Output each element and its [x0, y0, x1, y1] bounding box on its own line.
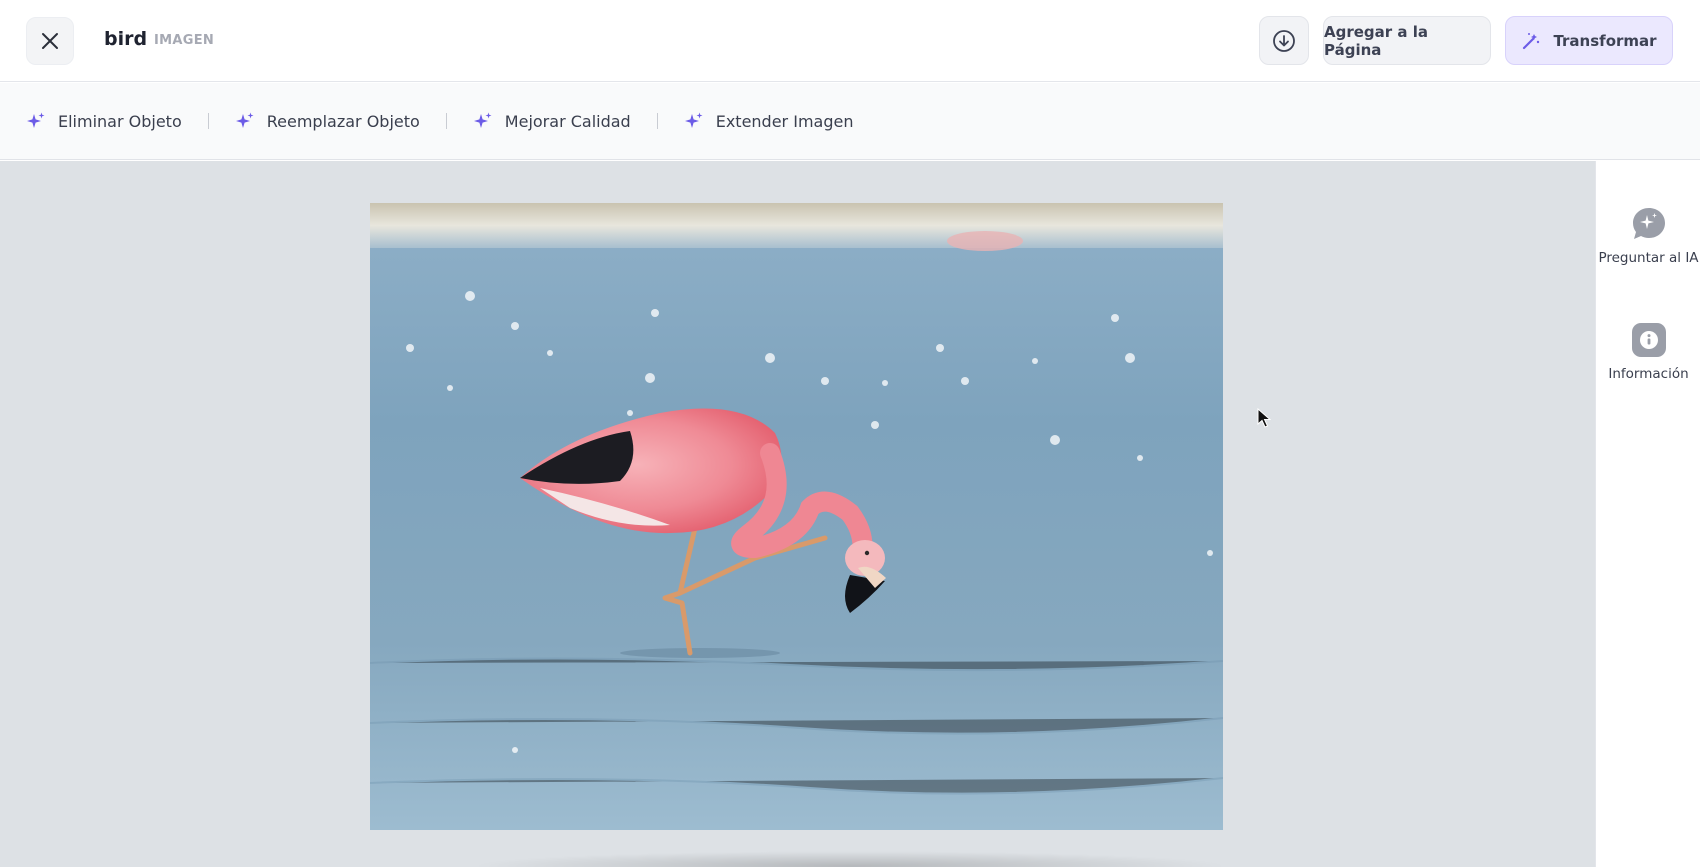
mouse-cursor-icon [1257, 408, 1271, 428]
image-editor: bird IMAGEN Agregar a la Página Transfor… [0, 0, 1700, 867]
add-to-page-label: Agregar a la Página [1324, 22, 1429, 59]
image-shadow [470, 851, 1230, 867]
side-item-label: Información [1608, 366, 1689, 382]
tool-label: Eliminar Objeto [58, 111, 182, 131]
toolbar-divider [207, 113, 209, 129]
header: bird IMAGEN Agregar a la Página Transfor… [0, 0, 1700, 82]
ai-chat-icon [1631, 206, 1667, 242]
side-item-label: Preguntar al IA [1598, 250, 1699, 266]
page-title: bird [104, 28, 148, 50]
sparkle-icon [473, 112, 492, 128]
image-canvas[interactable] [0, 161, 1595, 867]
magic-wand-icon [1523, 32, 1540, 49]
info-icon [1631, 322, 1667, 358]
tool-improve-quality[interactable]: Mejorar Calidad [473, 111, 631, 131]
transform-button[interactable]: Transformar [1505, 16, 1673, 65]
side-panel: Preguntar al IA Información [1595, 161, 1700, 867]
flamingo-photo[interactable] [370, 203, 1223, 830]
ai-tools-toolbar: Eliminar Objeto Reemplazar Objeto Mejora… [0, 83, 1700, 160]
info-button[interactable]: Información [1596, 322, 1700, 382]
ask-ai-button[interactable]: Preguntar al IA [1596, 206, 1700, 266]
sparkle-icon [27, 112, 45, 128]
tool-label: Mejorar Calidad [504, 111, 631, 131]
download-button[interactable] [1259, 16, 1309, 65]
tool-label: Extender Imagen [715, 111, 854, 131]
toolbar-divider [445, 113, 447, 129]
tool-extend-image[interactable]: Extender Imagen [684, 111, 854, 131]
asset-type-label: IMAGEN [154, 33, 215, 48]
tool-label: Reemplazar Objeto [266, 111, 420, 131]
sparkle-icon [235, 112, 254, 128]
add-to-page-button[interactable]: Agregar a la Página [1323, 16, 1491, 65]
tool-remove-object[interactable]: Eliminar Objeto [26, 111, 182, 131]
download-icon [1273, 29, 1295, 52]
transform-label: Transformar [1553, 31, 1657, 50]
close-icon [42, 33, 58, 49]
sparkle-icon [684, 112, 703, 128]
close-button[interactable] [26, 17, 74, 65]
toolbar-divider [656, 113, 658, 129]
tool-replace-object[interactable]: Reemplazar Objeto [235, 111, 420, 131]
